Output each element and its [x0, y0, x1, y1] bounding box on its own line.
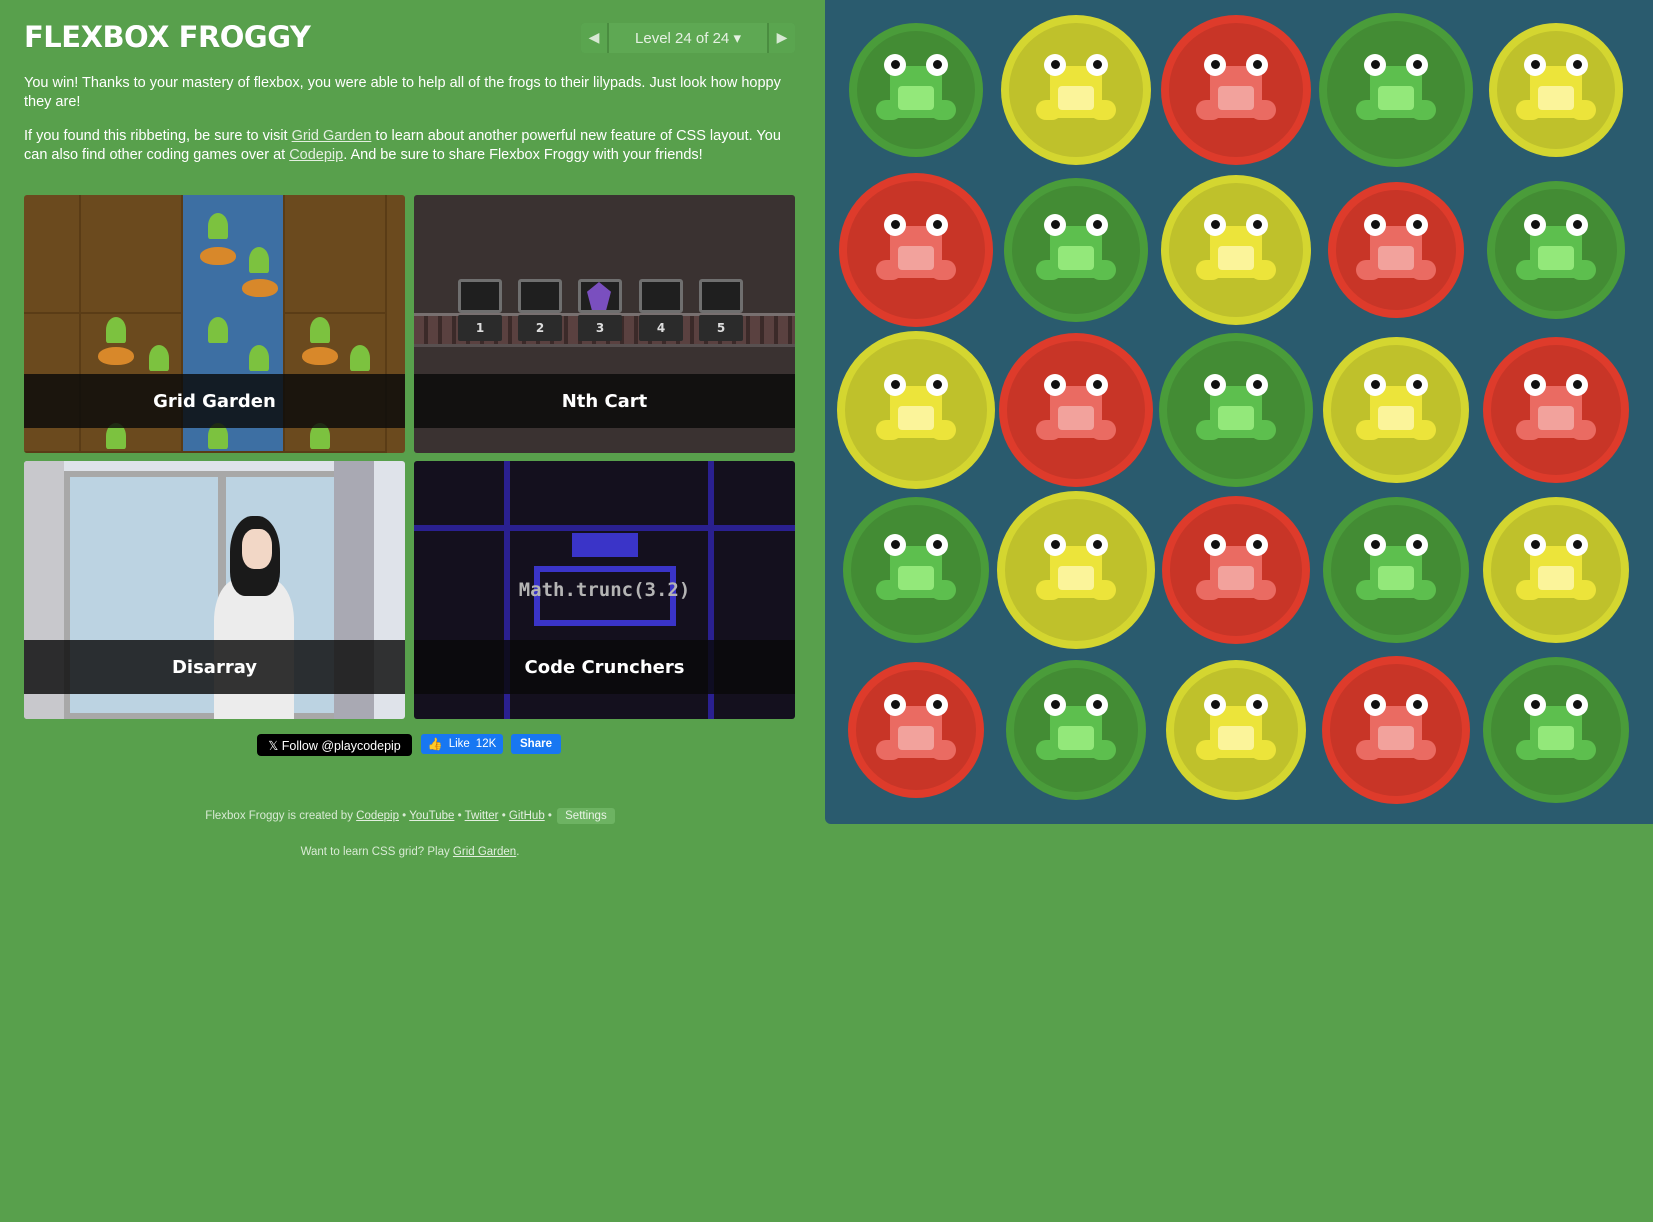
cart-icon: 3	[578, 279, 622, 341]
game-card-title: Nth Cart	[414, 374, 795, 428]
footer-github-link[interactable]: GitHub	[509, 810, 545, 822]
level-dropdown[interactable]: Level 24 of 24 ▾	[609, 23, 767, 53]
footer-youtube-link[interactable]: YouTube	[409, 810, 454, 822]
frog-yellow-icon	[870, 370, 962, 446]
visit-text-3: . And be sure to share Flexbox Froggy wi…	[343, 147, 703, 163]
frog-green-icon	[1510, 210, 1602, 286]
cart-icon: 4	[639, 279, 683, 341]
footer-codepip-link[interactable]: Codepip	[356, 810, 399, 822]
game-card-title: Grid Garden	[24, 374, 405, 428]
footer-credits: Flexbox Froggy is created by Codepip • Y…	[0, 808, 820, 824]
crystal-icon	[587, 282, 611, 310]
prev-level-button[interactable]: ◀	[581, 23, 607, 53]
frog-red-icon	[870, 210, 962, 286]
frog-red-icon	[1030, 370, 1122, 446]
page-title: FLEXBOX FROGGY	[24, 20, 311, 54]
frog-red-icon	[1350, 690, 1442, 766]
robot-icon	[572, 533, 638, 557]
cart-icon: 2	[518, 279, 562, 341]
frog-green-icon	[1510, 690, 1602, 766]
cart-icon: 5	[699, 279, 743, 341]
frog-green-icon	[870, 50, 962, 126]
frog-yellow-icon	[1030, 50, 1122, 126]
fb-like-count: 12K	[475, 738, 497, 750]
codepip-link[interactable]: Codepip	[289, 147, 343, 163]
frog-red-icon	[870, 690, 962, 766]
cart-icon: 1	[458, 279, 502, 341]
frog-green-icon	[870, 530, 962, 606]
frog-red-icon	[1510, 370, 1602, 446]
footer-twitter-link[interactable]: Twitter	[465, 810, 499, 822]
game-card-title: Code Crunchers	[414, 640, 795, 694]
facebook-like-button[interactable]: 👍 Like 12K	[421, 734, 503, 754]
instructions-panel: FLEXBOX FROGGY ◀ Level 24 of 24 ▾ ▶ You …	[0, 0, 825, 1222]
frog-red-icon	[1190, 50, 1282, 126]
frog-green-icon	[1190, 370, 1282, 446]
level-navigation: ◀ Level 24 of 24 ▾ ▶	[581, 23, 795, 53]
game-card-code-crunchers[interactable]: Math.trunc(3.2) Code Crunchers	[414, 461, 795, 719]
game-card-title: Disarray	[24, 640, 405, 694]
footer-grid-garden-link[interactable]: Grid Garden	[453, 846, 516, 858]
frog-yellow-icon	[1030, 530, 1122, 606]
code-screen-text: Math.trunc(3.2)	[518, 579, 691, 601]
frog-yellow-icon	[1510, 50, 1602, 126]
visit-message: If you found this ribbeting, be sure to …	[24, 127, 794, 165]
grid-garden-link[interactable]: Grid Garden	[292, 128, 372, 144]
thumbs-up-icon: 👍	[427, 737, 443, 751]
frog-yellow-icon	[1350, 370, 1442, 446]
frog-green-icon	[1350, 530, 1442, 606]
game-card-disarray[interactable]: Disarray	[24, 461, 405, 719]
frog-yellow-icon	[1510, 530, 1602, 606]
fb-like-label: Like	[448, 738, 470, 750]
footer-grid-promo: Want to learn CSS grid? Play Grid Garden…	[300, 846, 520, 858]
frog-red-icon	[1350, 210, 1442, 286]
chevron-right-icon: ▶	[776, 30, 788, 46]
facebook-share-button[interactable]: Share	[511, 734, 561, 754]
settings-button[interactable]: Settings	[557, 808, 615, 824]
frog-green-icon	[1030, 690, 1122, 766]
pond-board	[825, 0, 1653, 824]
frog-green-icon	[1350, 50, 1442, 126]
frog-red-icon	[1190, 530, 1282, 606]
win-message: You win! Thanks to your mastery of flexb…	[24, 75, 781, 110]
twitter-follow-button[interactable]: 𝕏 Follow @playcodepip	[257, 734, 412, 756]
frog-green-icon	[1030, 210, 1122, 286]
frog-yellow-icon	[1190, 210, 1282, 286]
frog-yellow-icon	[1190, 690, 1282, 766]
chevron-left-icon: ◀	[588, 30, 600, 46]
game-card-grid-garden[interactable]: Grid Garden	[24, 195, 405, 453]
game-card-nth-cart[interactable]: 1 2 3 4 5 Nth Cart	[414, 195, 795, 453]
visit-text-1: If you found this ribbeting, be sure to …	[24, 128, 292, 144]
next-level-button[interactable]: ▶	[769, 23, 795, 53]
